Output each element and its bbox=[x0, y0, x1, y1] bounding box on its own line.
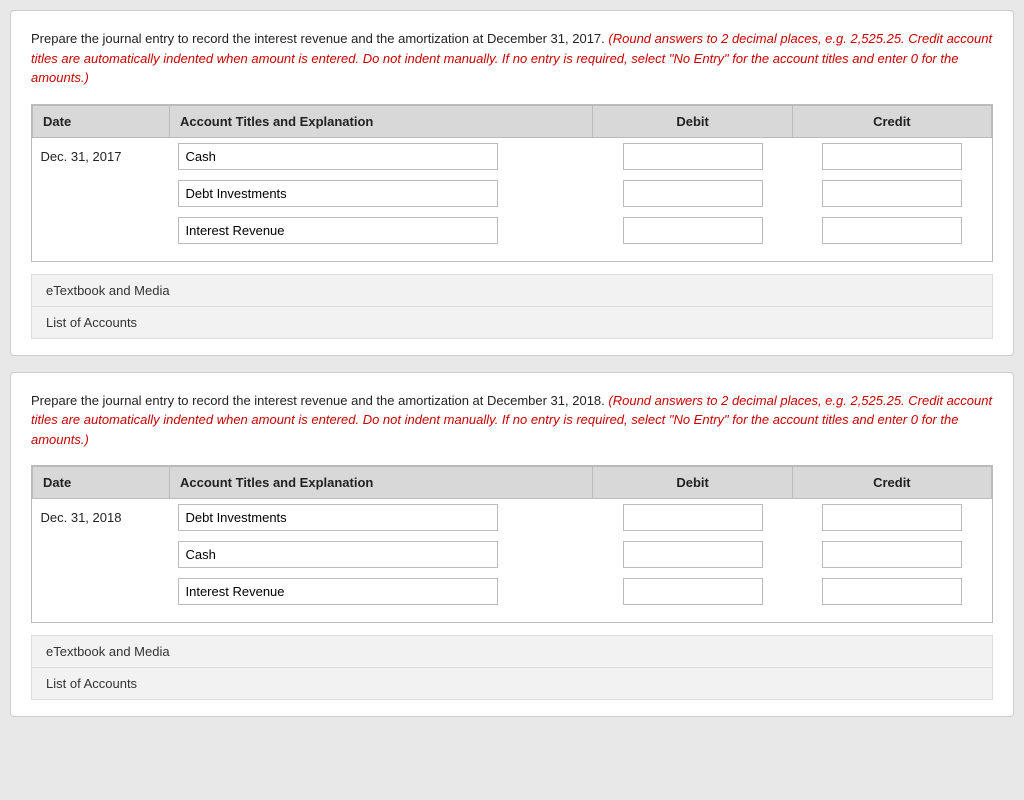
credit-cell-1-1 bbox=[792, 137, 991, 175]
instruction-1-plain: Prepare the journal entry to record the … bbox=[31, 31, 608, 46]
list-of-accounts-link-2[interactable]: List of Accounts bbox=[31, 668, 993, 700]
account-cell-2-3 bbox=[170, 573, 593, 610]
account-input-1-2[interactable] bbox=[178, 180, 498, 207]
credit-cell-2-3 bbox=[792, 573, 991, 610]
card-2: Prepare the journal entry to record the … bbox=[10, 372, 1014, 718]
account-input-1-1[interactable] bbox=[178, 143, 498, 170]
debit-cell-2-3 bbox=[593, 573, 792, 610]
table-row bbox=[33, 212, 992, 249]
account-input-1-3[interactable] bbox=[178, 217, 498, 244]
debit-cell-1-3 bbox=[593, 212, 792, 249]
date-cell-2: Dec. 31, 2018 bbox=[33, 499, 170, 537]
credit-input-1-3[interactable] bbox=[822, 217, 962, 244]
date-cell-1-3 bbox=[33, 212, 170, 249]
account-input-2-3[interactable] bbox=[178, 578, 498, 605]
col-header-date-2: Date bbox=[33, 467, 170, 499]
card-1: Prepare the journal entry to record the … bbox=[10, 10, 1014, 356]
col-header-date-1: Date bbox=[33, 105, 170, 137]
list-of-accounts-link-1[interactable]: List of Accounts bbox=[31, 307, 993, 339]
credit-cell-2-2 bbox=[792, 536, 991, 573]
journal-table-1: Date Account Titles and Explanation Debi… bbox=[32, 105, 992, 261]
debit-cell-2-2 bbox=[593, 536, 792, 573]
debit-input-1-1[interactable] bbox=[623, 143, 763, 170]
credit-input-2-2[interactable] bbox=[822, 541, 962, 568]
account-input-2-2[interactable] bbox=[178, 541, 498, 568]
account-cell-1-3 bbox=[170, 212, 593, 249]
date-cell-1: Dec. 31, 2017 bbox=[33, 137, 170, 175]
debit-cell-2-1 bbox=[593, 499, 792, 537]
journal-table-wrapper-1: Date Account Titles and Explanation Debi… bbox=[31, 104, 993, 262]
table-row bbox=[33, 175, 992, 212]
table-row: Dec. 31, 2018 bbox=[33, 499, 992, 537]
journal-table-2: Date Account Titles and Explanation Debi… bbox=[32, 466, 992, 622]
table-row bbox=[33, 536, 992, 573]
credit-input-2-3[interactable] bbox=[822, 578, 962, 605]
table-row: Dec. 31, 2017 bbox=[33, 137, 992, 175]
col-header-debit-1: Debit bbox=[593, 105, 792, 137]
instruction-1: Prepare the journal entry to record the … bbox=[31, 29, 993, 88]
credit-input-1-1[interactable] bbox=[822, 143, 962, 170]
journal-table-wrapper-2: Date Account Titles and Explanation Debi… bbox=[31, 465, 993, 623]
debit-input-1-2[interactable] bbox=[623, 180, 763, 207]
debit-cell-1-1 bbox=[593, 137, 792, 175]
credit-input-1-2[interactable] bbox=[822, 180, 962, 207]
col-header-credit-2: Credit bbox=[792, 467, 991, 499]
col-header-debit-2: Debit bbox=[593, 467, 792, 499]
spacer-row bbox=[33, 610, 992, 622]
debit-input-2-2[interactable] bbox=[623, 541, 763, 568]
credit-cell-1-2 bbox=[792, 175, 991, 212]
etextbook-media-link-2[interactable]: eTextbook and Media bbox=[31, 635, 993, 668]
date-cell-2-2 bbox=[33, 536, 170, 573]
credit-input-2-1[interactable] bbox=[822, 504, 962, 531]
col-header-credit-1: Credit bbox=[792, 105, 991, 137]
debit-input-2-3[interactable] bbox=[623, 578, 763, 605]
credit-cell-1-3 bbox=[792, 212, 991, 249]
account-cell-1-2 bbox=[170, 175, 593, 212]
instruction-2-plain: Prepare the journal entry to record the … bbox=[31, 393, 608, 408]
instruction-2: Prepare the journal entry to record the … bbox=[31, 391, 993, 450]
spacer-row bbox=[33, 249, 992, 261]
debit-input-2-1[interactable] bbox=[623, 504, 763, 531]
col-header-account-1: Account Titles and Explanation bbox=[170, 105, 593, 137]
table-row bbox=[33, 573, 992, 610]
date-cell-1-2 bbox=[33, 175, 170, 212]
date-cell-2-3 bbox=[33, 573, 170, 610]
account-cell-1-1 bbox=[170, 137, 593, 175]
account-cell-2-1 bbox=[170, 499, 593, 537]
debit-cell-1-2 bbox=[593, 175, 792, 212]
account-input-2-1[interactable] bbox=[178, 504, 498, 531]
etextbook-media-link-1[interactable]: eTextbook and Media bbox=[31, 274, 993, 307]
account-cell-2-2 bbox=[170, 536, 593, 573]
debit-input-1-3[interactable] bbox=[623, 217, 763, 244]
col-header-account-2: Account Titles and Explanation bbox=[170, 467, 593, 499]
credit-cell-2-1 bbox=[792, 499, 991, 537]
